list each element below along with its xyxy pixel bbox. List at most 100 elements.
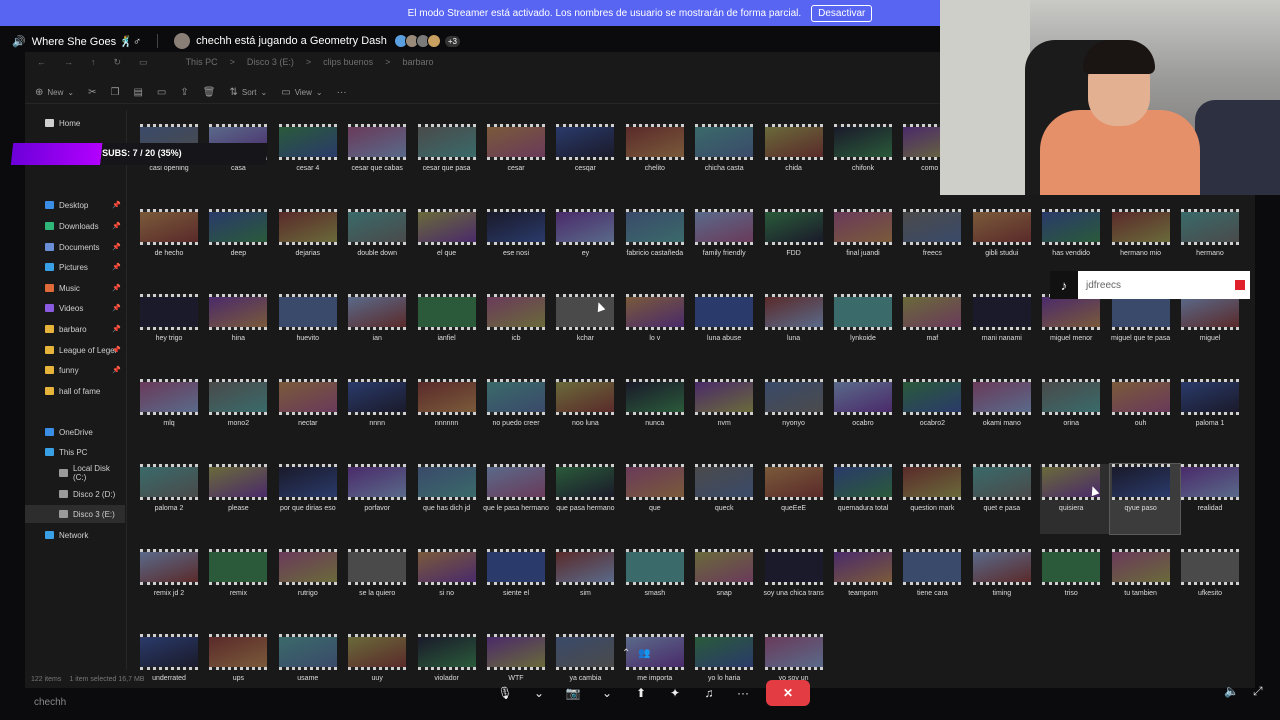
refresh-icon[interactable]: ↻ (114, 57, 122, 68)
video-file-item[interactable]: underrated (138, 634, 208, 704)
sidebar-item-desktop[interactable]: Desktop 📌 (25, 196, 125, 214)
chevron-down-icon[interactable]: ⌄ (596, 680, 618, 706)
paste-icon[interactable]: ▤ (133, 87, 142, 98)
sidebar-item-pictures[interactable]: Pictures 📌 (25, 258, 125, 276)
video-file-item[interactable]: rutrigo (277, 549, 347, 619)
sidebar-item-hall-of-fame[interactable]: hall of fame (25, 382, 125, 400)
video-file-item[interactable]: miguel (1179, 294, 1249, 364)
video-file-item[interactable]: hey trigo (138, 294, 208, 364)
avatar[interactable] (174, 33, 191, 49)
video-file-item[interactable]: nnnnnn (416, 379, 486, 449)
video-file-item[interactable]: lynkoide (832, 294, 902, 364)
video-file-item[interactable]: gibli studui (971, 209, 1041, 279)
video-file-item[interactable]: que pasa hermano (554, 464, 624, 534)
sidebar-item-funny[interactable]: funny 📌 (25, 361, 125, 379)
video-file-item[interactable]: quemadura total (832, 464, 902, 534)
video-file-item[interactable]: remix (207, 549, 277, 619)
video-file-item[interactable]: miguel menor (1040, 294, 1110, 364)
video-file-item[interactable]: FDD (763, 209, 833, 279)
video-file-item[interactable]: nnnn (346, 379, 416, 449)
video-file-item[interactable]: okami mano (971, 379, 1041, 449)
cut-icon[interactable]: ✂ (88, 87, 96, 98)
video-file-item[interactable]: miguel que te pasa (1110, 294, 1180, 364)
back-icon[interactable]: ← (37, 57, 46, 67)
video-file-item[interactable]: usame (277, 634, 347, 704)
delete-icon[interactable]: 🗑 (203, 87, 216, 98)
breadcrumb-item[interactable]: Disco 3 (E:) (247, 57, 294, 67)
video-file-item[interactable]: por que dirias eso (277, 464, 347, 534)
video-file-item[interactable]: smash (624, 549, 694, 619)
screen-share-icon[interactable]: ⬆ (630, 680, 652, 706)
video-file-item[interactable]: fabricio castañeda (624, 209, 694, 279)
video-file-item[interactable]: mono2 (207, 379, 277, 449)
video-file-item[interactable]: ey (554, 209, 624, 279)
video-file-item[interactable]: deep (207, 209, 277, 279)
sidebar-item-documents[interactable]: Documents 📌 (25, 238, 125, 256)
video-file-item[interactable]: ocabro (832, 379, 902, 449)
new-button[interactable]: ⊕ New ⌄ (35, 87, 74, 98)
video-file-item[interactable]: maf (901, 294, 971, 364)
deactivate-button[interactable]: Desactivar (811, 4, 873, 22)
video-file-item[interactable]: queEeE (763, 464, 833, 534)
people-icon[interactable]: 👥 (638, 648, 650, 659)
breadcrumb-item[interactable]: This PC (186, 57, 218, 67)
video-file-item[interactable]: siente el (485, 549, 555, 619)
video-file-item[interactable]: kchar (554, 294, 624, 364)
chevron-up-icon[interactable]: ⌃ (622, 648, 630, 659)
video-file-item[interactable]: ian (346, 294, 416, 364)
sidebar-item-local-disk-c-[interactable]: Local Disk (C:) (25, 464, 125, 482)
video-file-item[interactable]: cesar 4 (277, 124, 347, 194)
video-file-item[interactable]: orina (1040, 379, 1110, 449)
video-file-item[interactable]: no puedo creer (485, 379, 555, 449)
sidebar-item-network[interactable]: Network (25, 526, 125, 544)
sidebar-item-league-of-leger[interactable]: League of Leger 📌 (25, 341, 125, 359)
video-file-item[interactable]: tu tambien (1110, 549, 1180, 619)
video-file-item[interactable]: final juandi (832, 209, 902, 279)
video-file-item[interactable]: cesar que pasa (416, 124, 486, 194)
sidebar-item-onedrive[interactable]: OneDrive (25, 423, 125, 441)
video-file-item[interactable]: hermano mio (1110, 209, 1180, 279)
channel-name[interactable]: Where She Goes 🕺♂ (32, 35, 141, 48)
video-file-item[interactable]: cesar que cabas (346, 124, 416, 194)
video-file-item[interactable]: que has dich jd (416, 464, 486, 534)
video-file-item[interactable]: teamporn (832, 549, 902, 619)
chevron-down-icon[interactable]: ⌄ (528, 680, 550, 706)
video-file-item[interactable]: porfavor (346, 464, 416, 534)
activities-icon[interactable]: ✦ (664, 680, 686, 706)
video-file-item[interactable]: ocabro2 (901, 379, 971, 449)
video-file-item[interactable]: chida (763, 124, 833, 194)
video-file-item[interactable]: please (207, 464, 277, 534)
video-file-item[interactable]: mani nanami (971, 294, 1041, 364)
video-file-item[interactable]: ianfiel (416, 294, 486, 364)
video-file-item[interactable]: chifonk (832, 124, 902, 194)
video-file-item[interactable]: dejarias (277, 209, 347, 279)
video-file-item[interactable]: nectar (277, 379, 347, 449)
sidebar-item-disco-2-d-[interactable]: Disco 2 (D:) (25, 485, 125, 503)
video-file-item[interactable]: paloma 2 (138, 464, 208, 534)
video-file-item[interactable]: qyue paso (1108, 463, 1181, 535)
video-file-item[interactable]: quisiera (1040, 464, 1111, 534)
video-file-item[interactable]: paloma 1 (1179, 379, 1249, 449)
camera-off-icon[interactable]: 📷 (562, 680, 584, 706)
video-file-item[interactable]: ufkesito (1179, 549, 1249, 619)
video-file-item[interactable]: nyonyo (763, 379, 833, 449)
view-button[interactable]: ▭ View ⌄ (281, 87, 322, 98)
video-file-item[interactable]: cesqar (554, 124, 624, 194)
video-file-item[interactable]: triso (1040, 549, 1110, 619)
video-file-item[interactable]: snap (693, 549, 763, 619)
video-file-item[interactable]: cesar (485, 124, 555, 194)
sidebar-item-this-pc[interactable]: This PC (25, 443, 125, 461)
video-file-item[interactable]: que (624, 464, 694, 534)
sidebar-item-videos[interactable]: Videos 📌 (25, 299, 125, 317)
fullscreen-icon[interactable]: ⤢ (1253, 684, 1263, 699)
sidebar-item-downloads[interactable]: Downloads 📌 (25, 217, 125, 235)
more-icon[interactable]: ··· (337, 87, 347, 98)
video-file-item[interactable]: si no (416, 549, 486, 619)
speaker-icon[interactable]: 🔊 (12, 35, 26, 48)
video-file-item[interactable]: double down (346, 209, 416, 279)
copy-icon[interactable]: ❐ (111, 87, 120, 98)
more-options-icon[interactable]: ··· (732, 680, 754, 706)
video-file-item[interactable]: question mark (901, 464, 971, 534)
video-file-item[interactable]: queck (693, 464, 763, 534)
video-file-item[interactable]: tiene cara (901, 549, 971, 619)
